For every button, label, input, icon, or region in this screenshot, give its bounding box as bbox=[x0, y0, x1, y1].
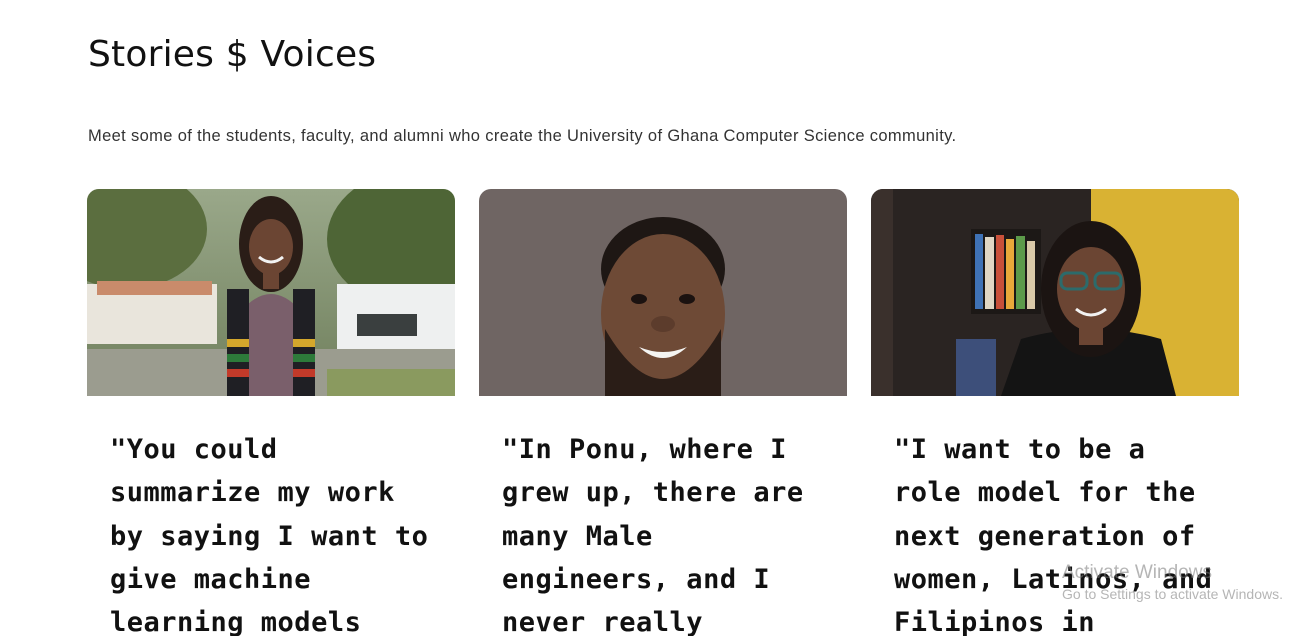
story-quote: "You could summarize my work by saying I… bbox=[110, 434, 429, 636]
story-card[interactable]: "I want to be a role model for the next … bbox=[871, 189, 1239, 636]
story-photo-woman[interactable] bbox=[871, 189, 1239, 396]
story-photo-graduate[interactable] bbox=[87, 189, 455, 396]
stories-card-row: "You could summarize my work by saying I… bbox=[87, 189, 1239, 636]
story-card[interactable]: "In Ponu, where I grew up, there are man… bbox=[479, 189, 847, 636]
story-quote: "In Ponu, where I grew up, there are man… bbox=[502, 434, 804, 636]
page-title: Stories $ Voices bbox=[88, 34, 377, 75]
story-card[interactable]: "You could summarize my work by saying I… bbox=[87, 189, 455, 636]
story-photo-man[interactable] bbox=[479, 189, 847, 396]
page-subtitle: Meet some of the students, faculty, and … bbox=[88, 127, 957, 145]
story-quote: "I want to be a role model for the next … bbox=[894, 434, 1213, 636]
